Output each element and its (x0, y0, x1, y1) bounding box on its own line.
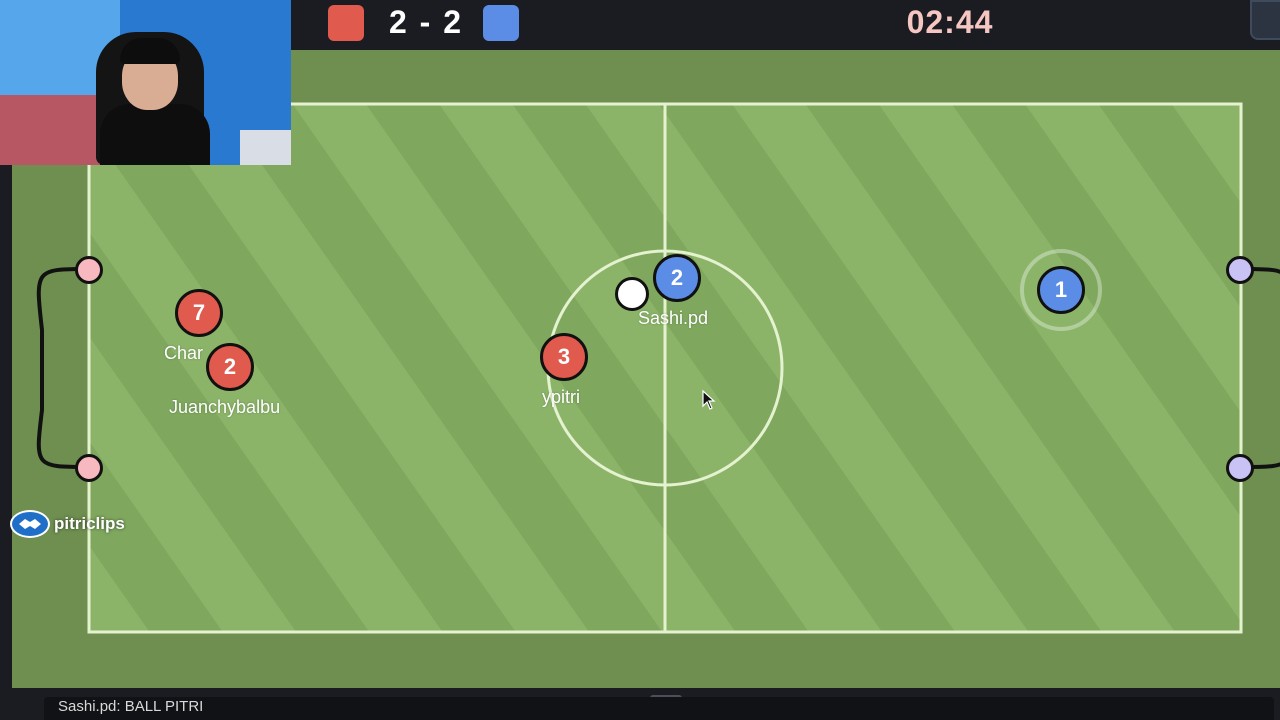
goal-post-blue-top (1226, 256, 1254, 284)
player-disc: 2 (206, 343, 254, 391)
player-disc: 2 (653, 254, 701, 302)
webcam-overlay (0, 0, 291, 165)
goal-post-blue-bottom (1226, 454, 1254, 482)
player-name: Sashi.pd (638, 308, 709, 328)
blue-team-color (483, 5, 519, 41)
player-name: Juanchybalbu (169, 397, 281, 417)
goal-post-red-bottom (75, 454, 103, 482)
watermark-text: pitriclips (54, 514, 125, 533)
player-disc: 3 (540, 333, 588, 381)
webcam-cap (120, 38, 180, 64)
player-number: 2 (223, 354, 237, 379)
player-disc: 1 (1037, 266, 1085, 314)
match-timer: 02:44 (906, 4, 994, 40)
player-name: Char (164, 343, 204, 363)
player-name: ypitri (542, 387, 581, 407)
goal-post-red-top (75, 256, 103, 284)
menu-button[interactable] (1250, 0, 1280, 40)
watermark: pitriclips (10, 510, 125, 538)
ball (615, 277, 649, 311)
player-number: 1 (1054, 277, 1068, 302)
player-number: 2 (670, 265, 684, 290)
player-number: 7 (192, 300, 206, 325)
game-stage[interactable]: 7 Char 2 Juanchybalbu 3 ypitri 2 Sashi.p… (0, 0, 1280, 720)
handshake-icon (10, 510, 50, 538)
red-team-color (328, 5, 364, 41)
chat-input[interactable]: Sashi.pd: BALL PITRI (44, 697, 1274, 720)
player-number: 3 (557, 344, 571, 369)
webcam-desk (240, 130, 291, 165)
mouse-cursor-icon (702, 390, 716, 410)
player-disc: 7 (175, 289, 223, 337)
score-display: 2 - 2 (388, 4, 464, 40)
webcam-shirt (100, 104, 210, 165)
